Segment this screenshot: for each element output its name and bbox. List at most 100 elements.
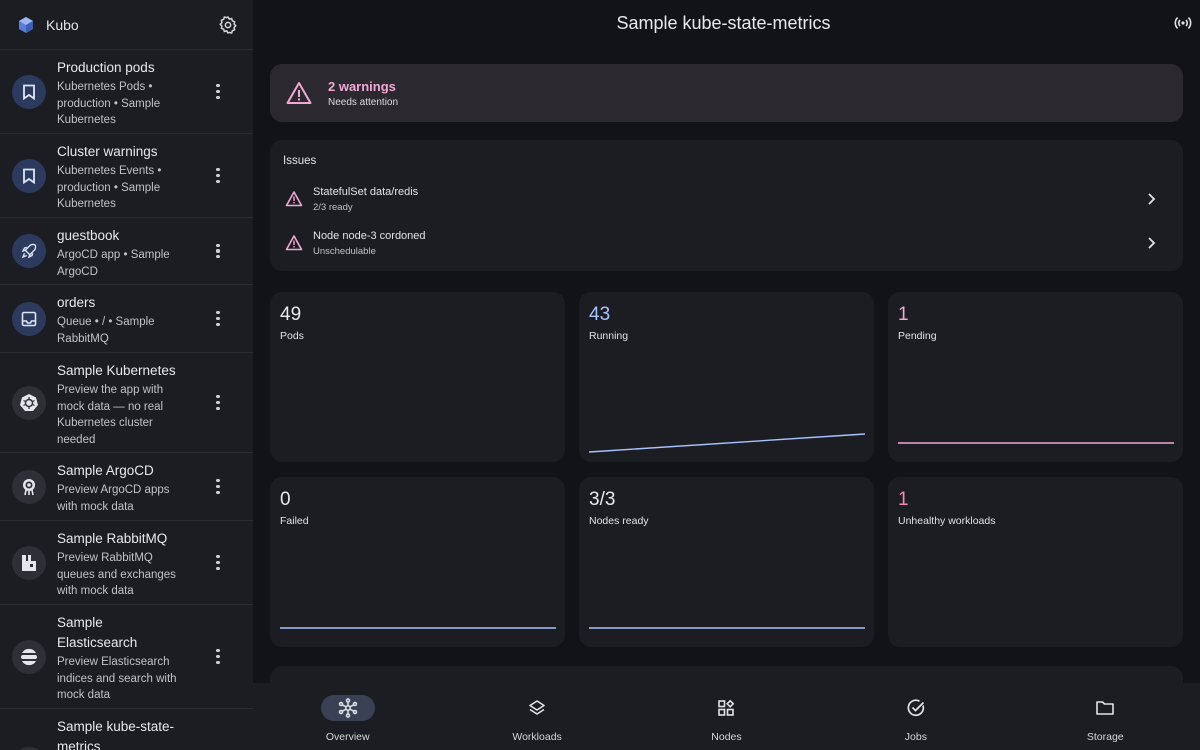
stat-label: Pods (280, 330, 304, 342)
more-vert-icon[interactable] (213, 241, 223, 261)
issue-subtitle: Unschedulable (313, 245, 376, 257)
inbox-icon (12, 301, 46, 336)
sidebar-item-sample-kube-state-metrics[interactable]: Sample kube-state-metrics (0, 709, 253, 750)
stat-value: 1 (898, 489, 909, 510)
sidebar-item-title: orders (57, 295, 96, 310)
argocd-icon (12, 469, 46, 504)
sidebar-item-sample-argocd[interactable]: Sample ArgoCD Preview ArgoCD apps with m… (0, 453, 253, 521)
more-vert-icon[interactable] (213, 166, 223, 186)
warning-triangle-icon (285, 191, 303, 207)
widgets-icon (699, 695, 753, 721)
warnings-summary-card[interactable]: 2 warnings Needs attention (270, 64, 1183, 122)
check-circle-icon (889, 695, 943, 721)
more-vert-icon[interactable] (213, 647, 223, 667)
kubernetes-icon (12, 385, 46, 420)
more-vert-icon[interactable] (213, 309, 223, 329)
kubo-logo-icon (16, 15, 36, 35)
more-vert-icon[interactable] (213, 553, 223, 573)
graph-icon (320, 695, 375, 721)
stat-label: Unhealthy workloads (898, 515, 996, 527)
stat-card-nodes-ready[interactable]: 3/3 Nodes ready (579, 477, 874, 647)
stat-card-pods[interactable]: 49 Pods (270, 292, 565, 462)
elasticsearch-icon (12, 639, 46, 674)
more-vert-icon[interactable] (213, 477, 223, 497)
warning-triangle-icon (286, 82, 312, 104)
issue-title: Node node-3 cordoned (313, 229, 426, 242)
nav-workloads[interactable]: Workloads (442, 683, 631, 750)
sidebar-item-production-pods[interactable]: Production pods Kubernetes Pods • produc… (0, 50, 253, 134)
bookmark-icon (12, 158, 46, 193)
sidebar-item-title: Sample kube-state-metrics (57, 719, 175, 750)
more-vert-icon[interactable] (213, 393, 223, 413)
nav-overview[interactable]: Overview (253, 683, 442, 750)
sidebar-item-title: Sample ArgoCD (57, 463, 154, 478)
sidebar-item-title: Cluster warnings (57, 144, 158, 159)
failed-sparkline (280, 627, 556, 629)
sidebar-item-title: guestbook (57, 228, 120, 243)
live-broadcast-icon[interactable] (1174, 14, 1192, 32)
sidebar-item-subtitle: Preview Elasticsearch indices and search… (57, 656, 177, 701)
rabbitmq-icon (12, 545, 46, 580)
sidebar-item-sample-rabbitmq[interactable]: Sample RabbitMQ Preview RabbitMQ queues … (0, 521, 253, 605)
sidebar-item-subtitle: Preview ArgoCD apps with mock data (57, 484, 170, 513)
warnings-subtitle: Needs attention (328, 96, 399, 108)
nav-label: Overview (325, 731, 370, 743)
nav-jobs[interactable]: Jobs (821, 683, 1010, 750)
stat-label: Running (589, 330, 629, 342)
issues-heading: Issues (283, 155, 317, 167)
stat-value: 3/3 (589, 489, 616, 510)
stat-label: Failed (280, 515, 309, 527)
sidebar-item-sample-elasticsearch[interactable]: Sample Elasticsearch Preview Elasticsear… (0, 605, 253, 709)
sidebar-item-subtitle: Queue • / • Sample RabbitMQ (57, 316, 155, 345)
stat-value: 1 (898, 304, 909, 325)
pending-sparkline (898, 442, 1174, 444)
sidebar-item-subtitle: Preview RabbitMQ queues and exchanges wi… (57, 552, 176, 597)
sidebar-item-subtitle: Kubernetes Events • production • Sample … (57, 165, 162, 210)
nav-storage[interactable]: Storage (1011, 683, 1200, 750)
sidebar-item-title: Sample Kubernetes (57, 363, 176, 378)
stat-card-running[interactable]: 43 Running (579, 292, 874, 462)
sidebar-item-subtitle: ArgoCD app • Sample ArgoCD (57, 249, 170, 278)
nav-label: Jobs (904, 731, 927, 743)
nav-label: Storage (1086, 731, 1124, 743)
layers-icon (510, 695, 564, 721)
settings-gear-icon[interactable] (217, 14, 239, 36)
sidebar-item-sample-kubernetes[interactable]: Sample Kubernetes Preview the app with m… (0, 353, 253, 453)
sidebar-item-title: Sample Elasticsearch (57, 615, 138, 650)
nodes-sparkline (589, 627, 865, 629)
top-bar: Sample kube-state-metrics (253, 0, 1200, 46)
bookmark-icon (12, 74, 46, 109)
stat-value: 0 (280, 489, 291, 510)
issue-title: StatefulSet data/redis (313, 185, 419, 198)
sidebar-item-cluster-warnings[interactable]: Cluster warnings Kubernetes Events • pro… (0, 134, 253, 218)
nav-label: Workloads (512, 731, 562, 743)
sidebar-item-subtitle: Preview the app with mock data — no real… (57, 384, 164, 446)
stat-label: Nodes ready (589, 515, 649, 527)
sidebar-item-subtitle: Kubernetes Pods • production • Sample Ku… (57, 81, 161, 126)
stat-card-failed[interactable]: 0 Failed (270, 477, 565, 647)
nav-label: Nodes (711, 731, 742, 743)
folder-icon (1078, 695, 1132, 721)
chevron-right-icon (1148, 237, 1156, 249)
stat-card-pending[interactable]: 1 Pending (888, 292, 1183, 462)
stat-value: 43 (589, 304, 611, 325)
issue-row[interactable]: StatefulSet data/redis 2/3 ready (270, 179, 1183, 219)
app-name: Kubo (46, 16, 79, 33)
running-sparkline (589, 433, 865, 453)
sidebar: Kubo Production pods Kubernetes Pods • p… (0, 0, 253, 750)
nav-nodes[interactable]: Nodes (632, 683, 821, 750)
sidebar-item-orders[interactable]: orders Queue • / • Sample RabbitMQ (0, 285, 253, 353)
sidebar-item-title: Production pods (57, 60, 155, 75)
issue-row[interactable]: Node node-3 cordoned Unschedulable (270, 223, 1183, 263)
more-vert-icon[interactable] (213, 82, 223, 102)
stat-value: 49 (280, 304, 302, 325)
issue-subtitle: 2/3 ready (313, 201, 353, 213)
warning-triangle-icon (285, 235, 303, 251)
stat-card-unhealthy-workloads[interactable]: 1 Unhealthy workloads (888, 477, 1183, 647)
main-content: Sample kube-state-metrics 2 warnings Nee… (253, 0, 1200, 750)
rocket-icon (12, 234, 46, 268)
sidebar-header: Kubo (0, 0, 253, 50)
stat-label: Pending (898, 330, 937, 342)
chevron-right-icon (1148, 193, 1156, 205)
sidebar-item-guestbook[interactable]: guestbook ArgoCD app • Sample ArgoCD (0, 218, 253, 285)
